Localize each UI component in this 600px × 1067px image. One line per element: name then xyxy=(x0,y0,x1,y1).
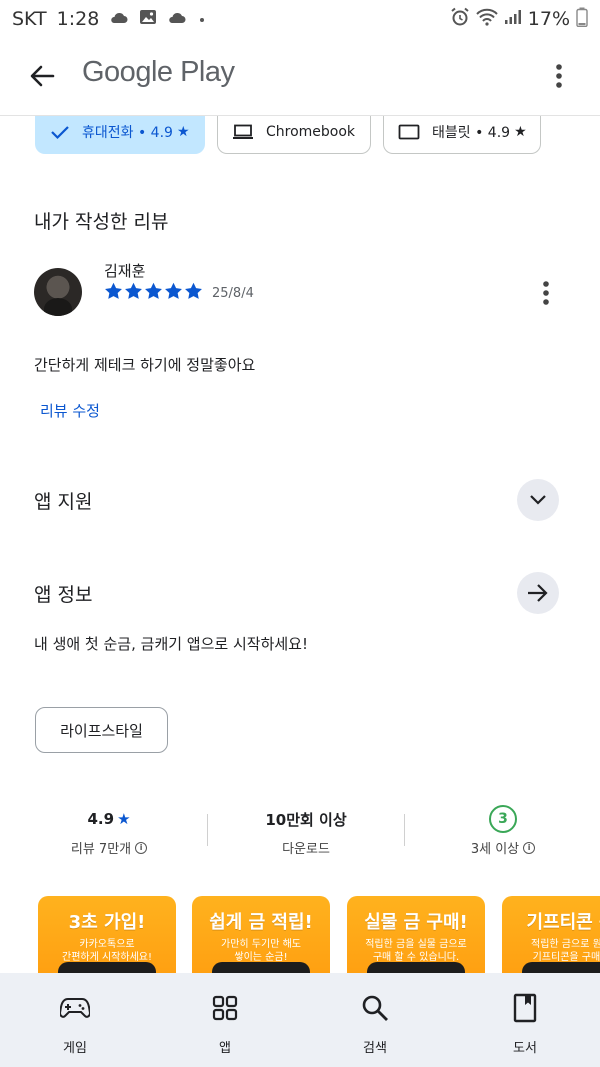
nav-apps-label: 앱 xyxy=(219,1041,231,1056)
check-icon xyxy=(50,124,70,140)
star-icon xyxy=(145,282,162,299)
review-header: 김재훈 25/8/4 xyxy=(34,262,574,320)
carrier-label: SKT xyxy=(12,8,47,30)
nav-search[interactable]: 검색 xyxy=(300,973,450,1067)
star-icon xyxy=(105,282,122,299)
downloads-label: 다운로드 xyxy=(282,842,330,857)
reviewer-name: 김재훈 xyxy=(104,262,146,280)
more-vert-icon xyxy=(543,281,549,305)
arrow-right-icon xyxy=(528,584,548,602)
chip-chromebook[interactable]: Chromebook xyxy=(217,116,371,154)
chevron-down-icon xyxy=(530,495,546,505)
screenshot-title: 실물 금 구매! xyxy=(364,912,468,933)
chip-tablet-label: 태블릿 • 4.9 xyxy=(432,124,511,141)
laptop-icon xyxy=(232,124,254,140)
screenshot-card[interactable]: 실물 금 구매! 적립한 금을 실물 금으로 구매 할 수 있습니다. xyxy=(347,896,485,976)
age-rating-label: 3세 이상 xyxy=(470,842,520,857)
review-date: 25/8/4 xyxy=(212,286,254,301)
nav-games-label: 게임 xyxy=(63,1041,87,1056)
dot-icon xyxy=(197,8,207,30)
search-icon xyxy=(358,991,392,1025)
review-text: 간단하게 제테크 하기에 정말좋아요 xyxy=(34,356,256,374)
nav-games[interactable]: 게임 xyxy=(0,973,150,1067)
star-icon xyxy=(165,282,182,299)
wifi-icon xyxy=(476,8,498,31)
rating-value: 4.9 xyxy=(87,810,115,828)
chip-chromebook-label: Chromebook xyxy=(266,123,356,140)
my-review-title: 내가 작성한 리뷰 xyxy=(34,211,169,233)
status-bar: SKT 1:28 17% xyxy=(0,0,600,38)
app-description: 내 생애 첫 순금, 금캐기 앱으로 시작하세요! xyxy=(34,635,308,653)
screenshot-subtitle: 적립한 금으로 원하 xyxy=(531,939,600,950)
chip-tablet[interactable]: 태블릿 • 4.9 ★ xyxy=(383,116,541,154)
info-icon: i xyxy=(135,841,148,854)
nav-books[interactable]: 도서 xyxy=(450,973,600,1067)
review-stars xyxy=(104,282,203,300)
bottom-navigation: 게임 앱 검색 도서 xyxy=(0,973,600,1067)
chip-phone[interactable]: 휴대전화 • 4.9 ★ xyxy=(35,116,205,154)
more-vert-icon xyxy=(556,64,562,88)
stat-divider xyxy=(404,814,405,846)
rating-count: 리뷰 7만개 xyxy=(70,842,132,857)
info-icon: i xyxy=(523,841,536,854)
expand-support-button[interactable] xyxy=(517,479,559,521)
book-icon xyxy=(508,991,542,1025)
screenshot-title: 3초 가입! xyxy=(68,912,146,933)
clock: 1:28 xyxy=(56,8,100,30)
screenshot-card[interactable]: 3초 가입! 카카오톡으로 간편하게 시작하세요! xyxy=(38,896,176,976)
review-more-button[interactable] xyxy=(534,278,558,308)
gallery-icon xyxy=(139,8,157,30)
gamepad-icon xyxy=(58,991,92,1025)
screenshot-title: 기프티콘 구 xyxy=(526,912,600,933)
chip-phone-label: 휴대전화 • 4.9 xyxy=(82,124,173,141)
star-icon xyxy=(185,282,202,299)
age-rating-stat[interactable]: 3 3세 이상 i xyxy=(428,805,578,857)
rating-stat[interactable]: 4.9 ★ 리뷰 7만개 i xyxy=(34,806,184,857)
star-icon: ★ xyxy=(176,123,190,140)
about-app-title[interactable]: 앱 정보 xyxy=(34,580,92,607)
avatar[interactable] xyxy=(34,268,82,316)
alarm-icon xyxy=(450,7,470,32)
app-support-title[interactable]: 앱 지원 xyxy=(34,487,92,514)
signal-icon xyxy=(504,8,522,30)
screenshot-subtitle: 가만히 두기만 해도 xyxy=(221,939,301,950)
downloads-stat: 10만회 이상 다운로드 xyxy=(231,806,381,858)
battery-percent: 17% xyxy=(527,8,570,30)
back-button[interactable] xyxy=(24,58,60,94)
cloud-icon xyxy=(109,8,129,30)
screenshot-card[interactable]: 기프티콘 구 적립한 금으로 원하 기프티콘을 구매하 xyxy=(502,896,600,976)
back-arrow-icon xyxy=(30,65,55,87)
star-icon xyxy=(125,282,142,299)
category-chip[interactable]: 라이프스타일 xyxy=(35,707,168,753)
age-rating-badge: 3 xyxy=(489,805,517,833)
downloads-value: 10만회 이상 xyxy=(265,810,347,829)
battery-icon xyxy=(576,7,588,32)
nav-books-label: 도서 xyxy=(513,1041,537,1056)
screenshot-subtitle: 적립한 금을 실물 금으로 xyxy=(365,939,467,950)
more-options-button[interactable] xyxy=(544,58,574,94)
nav-search-label: 검색 xyxy=(363,1041,387,1056)
screenshot-carousel[interactable]: 3초 가입! 카카오톡으로 간편하게 시작하세요! 쉽게 금 적립! 가만히 두… xyxy=(0,896,600,976)
star-icon: ★ xyxy=(117,810,131,828)
edit-review-link[interactable]: 리뷰 수정 xyxy=(40,400,100,421)
screenshot-subtitle: 카카오톡으로 xyxy=(79,939,135,950)
tablet-icon xyxy=(398,124,420,140)
top-app-bar: Google Play xyxy=(0,38,600,116)
nav-apps[interactable]: 앱 xyxy=(150,973,300,1067)
google-play-logo: Google Play xyxy=(82,56,235,88)
screenshot-title: 쉽게 금 적립! xyxy=(209,912,313,933)
apps-grid-icon xyxy=(208,991,242,1025)
cloud-icon xyxy=(167,8,187,30)
stat-divider xyxy=(207,814,208,846)
screenshot-card[interactable]: 쉽게 금 적립! 가만히 두기만 해도 쌓이는 순금! xyxy=(192,896,330,976)
device-filter-chips: 휴대전화 • 4.9 ★ Chromebook 태블릿 • 4.9 ★ xyxy=(0,116,600,156)
star-icon: ★ xyxy=(514,123,527,140)
about-app-button[interactable] xyxy=(517,572,559,614)
